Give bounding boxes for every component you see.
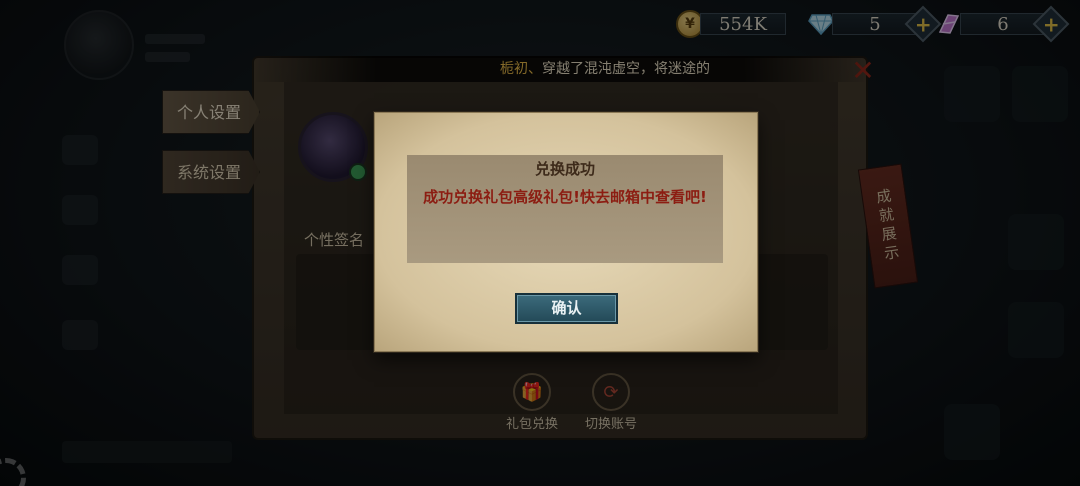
dialog-content: 兑换成功 成功兑换礼包高级礼包!快去邮箱中查看吧! — [407, 155, 723, 263]
confirm-button[interactable]: 确认 — [515, 293, 618, 324]
dialog-title: 兑换成功 — [534, 160, 595, 178]
redeem-success-dialog: 兑换成功 成功兑换礼包高级礼包!快去邮箱中查看吧! 确认 — [374, 112, 758, 352]
dialog-message: 成功兑换礼包高级礼包!快去邮箱中查看吧! — [423, 188, 707, 206]
